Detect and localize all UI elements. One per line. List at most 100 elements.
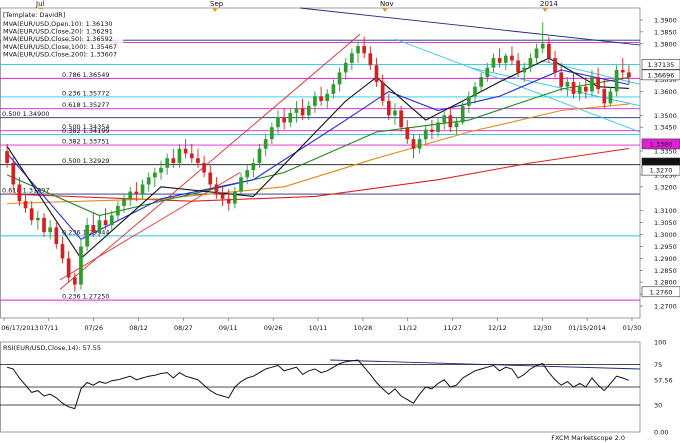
fib-level-label: 0.500 1.34900 xyxy=(2,110,50,118)
candle xyxy=(54,222,59,249)
candle-body xyxy=(208,172,213,185)
candle-body xyxy=(140,184,145,194)
candle xyxy=(571,72,576,99)
candle-body xyxy=(189,153,194,159)
candle xyxy=(559,62,564,92)
rsi-tick-label: 30 xyxy=(654,402,662,410)
price-box-label: 1.3270 xyxy=(650,167,673,175)
month-marker-icon xyxy=(542,8,548,12)
candle-body xyxy=(362,46,367,54)
candle-body xyxy=(399,110,403,128)
candle-body xyxy=(596,77,600,90)
candle-body xyxy=(202,163,206,173)
y-tick-label: 1.3850 xyxy=(654,28,677,36)
candle xyxy=(380,74,385,106)
candle xyxy=(528,53,533,73)
candle xyxy=(350,48,354,70)
candle xyxy=(411,134,416,159)
candle-body xyxy=(226,198,231,204)
candle-body xyxy=(177,148,182,163)
candle xyxy=(608,86,613,106)
candle xyxy=(423,124,428,144)
candle-body xyxy=(411,139,416,149)
x-tick-label: 11/12 xyxy=(398,324,417,332)
candle-body xyxy=(269,127,274,140)
candle xyxy=(79,239,83,290)
x-tick-label: 09/26 xyxy=(264,324,283,332)
rsi-label: RSI(EUR/USD,Close,14): 57.55 xyxy=(3,344,101,352)
candle-body xyxy=(282,117,286,123)
candle xyxy=(343,58,348,80)
x-tick-label: 11/27 xyxy=(443,324,462,332)
candle-body xyxy=(85,225,89,247)
candle xyxy=(263,134,268,156)
candle-body xyxy=(23,201,28,209)
legend-entry: MVA(EUR/USD,Close,200): 1.33607 xyxy=(3,50,117,58)
candle xyxy=(503,53,508,70)
y-tick-label: 1.3100 xyxy=(654,207,677,215)
candle xyxy=(239,172,243,197)
candle-body xyxy=(17,184,22,202)
month-marker-icon xyxy=(212,8,218,12)
chart-window: Jul Sep Nov 2014 0.786 1.36549 0.236 1.35772 0… xyxy=(0,0,680,443)
rsi-tick-label: 0.00 xyxy=(654,429,668,437)
candle-body xyxy=(497,58,502,63)
candle-body xyxy=(571,81,576,94)
candle-body xyxy=(473,86,477,97)
candle xyxy=(300,98,305,121)
candle-body xyxy=(627,72,631,78)
candle-body xyxy=(313,96,317,106)
candle xyxy=(29,201,34,225)
candle xyxy=(282,108,286,130)
x-tick-label: 07/26 xyxy=(84,324,103,332)
candle xyxy=(165,153,170,175)
candle-body xyxy=(620,70,625,73)
candle-body xyxy=(300,108,305,116)
candle-body xyxy=(183,148,188,154)
candle-body xyxy=(91,225,96,233)
candle xyxy=(356,41,360,63)
candle-body xyxy=(386,101,391,116)
candle xyxy=(510,46,514,66)
candle xyxy=(479,72,484,92)
candle-body xyxy=(540,43,545,49)
candle-body xyxy=(356,46,360,54)
candle-body xyxy=(559,72,564,87)
candle-body xyxy=(36,217,40,221)
candle-body xyxy=(239,177,243,192)
candle xyxy=(454,117,459,135)
candle-body xyxy=(614,70,619,92)
y-tick-label: 1.3000 xyxy=(654,231,677,239)
candle-body xyxy=(251,163,256,171)
candle xyxy=(214,177,219,199)
candle-body xyxy=(442,115,447,123)
price-box: 1.3270 xyxy=(641,164,680,176)
candle xyxy=(294,101,299,123)
candle-body xyxy=(60,244,65,259)
candle xyxy=(620,58,625,80)
candle xyxy=(325,89,330,109)
candle xyxy=(134,182,139,202)
rsi-tick-label: 100 xyxy=(654,339,666,347)
top-month-label: Sep xyxy=(210,0,224,8)
candle-body xyxy=(134,191,139,194)
candle xyxy=(116,201,120,221)
price-box-label: 1.37135 xyxy=(648,61,675,69)
candle xyxy=(319,86,323,106)
y-tick-label: 1.3600 xyxy=(654,88,677,96)
candle xyxy=(202,155,206,178)
x-tick-label: 01/15/2014 xyxy=(568,324,605,332)
candle-body xyxy=(343,62,348,73)
candle xyxy=(208,165,213,190)
price-box-label: 1.2760 xyxy=(650,288,673,296)
x-tick-label: 10/11 xyxy=(309,324,328,332)
candle-body xyxy=(294,108,299,113)
candle-body xyxy=(103,220,108,225)
candle-body xyxy=(547,43,551,59)
y-tick-label: 1.3800 xyxy=(654,40,677,48)
fib-level-label: 0.236 1.27250 xyxy=(62,293,110,301)
candle xyxy=(257,143,262,168)
candle-body xyxy=(288,112,293,123)
candle xyxy=(177,143,182,168)
rsi-tick-label: 57.56 xyxy=(654,377,673,385)
